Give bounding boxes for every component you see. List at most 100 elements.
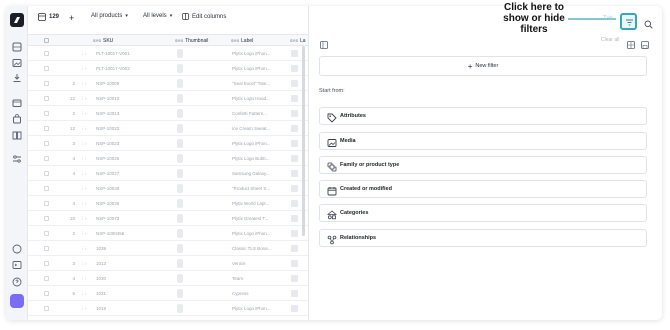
table-row[interactable]: ⋮ › PLT-10017-V001 Plytix Logo iPhon... — [28, 46, 308, 61]
collapse-panel-icon[interactable] — [320, 36, 328, 54]
row-expand-icon[interactable]: ⋮ — [80, 201, 85, 207]
row-expand-icon[interactable]: ⋮ — [80, 276, 85, 282]
row-checkbox[interactable] — [44, 156, 49, 161]
row-checkbox[interactable] — [44, 261, 49, 266]
row-expand-icon[interactable]: ⋮ — [80, 51, 85, 57]
row-expand-icon[interactable]: ⋮ — [80, 186, 85, 192]
image-icon[interactable] — [12, 58, 22, 68]
table-row[interactable]: 3 ⋮ › NSP-10023 Plytix Logo iPhon... — [28, 136, 308, 151]
table-row[interactable]: 4 ⋮ › NSP-10027 Samsung Galaxy... — [28, 166, 308, 181]
row-checkbox[interactable] — [44, 201, 49, 206]
select-all-checkbox[interactable] — [44, 38, 49, 43]
products-filter-dropdown[interactable]: All products ▾ — [91, 13, 128, 19]
download-icon[interactable] — [12, 73, 22, 83]
book-icon[interactable] — [12, 130, 22, 140]
table-scrollbar[interactable] — [302, 46, 305, 236]
row-chevron-icon[interactable]: › — [85, 216, 87, 221]
toggle-filters-button[interactable] — [620, 13, 637, 30]
row-chevron-icon[interactable]: › — [85, 51, 87, 56]
row-chevron-icon[interactable]: › — [85, 156, 87, 161]
column-thumbnail[interactable]: SYS Thumbnail — [175, 38, 208, 44]
row-expand-icon[interactable]: ⋮ — [80, 216, 85, 222]
row-checkbox[interactable] — [44, 171, 49, 176]
table-row[interactable]: 2 ⋮ › NSP-10009 "Seal Excel" Tote... — [28, 76, 308, 91]
table-row[interactable]: ⋮ › 1018 Plytix Logo iPhon... — [28, 301, 308, 316]
levels-filter-dropdown[interactable]: All levels ▾ — [143, 13, 172, 19]
row-checkbox[interactable] — [44, 246, 49, 251]
table-row[interactable]: 4 ⋮ › NSP-10025 Plytix Logo Bubb... — [28, 151, 308, 166]
row-expand-icon[interactable]: ⋮ — [80, 126, 85, 132]
row-checkbox[interactable] — [44, 51, 49, 56]
row-checkbox[interactable] — [44, 186, 49, 191]
row-expand-icon[interactable]: ⋮ — [80, 246, 85, 252]
row-chevron-icon[interactable]: › — [85, 306, 87, 311]
filter-option-created-or-modified[interactable]: Created or modified — [319, 180, 647, 198]
filter-option-family-or-product-type[interactable]: Family or product type — [319, 156, 647, 174]
row-checkbox[interactable] — [44, 276, 49, 281]
row-chevron-icon[interactable]: › — [85, 111, 87, 116]
app-logo[interactable] — [10, 13, 24, 27]
table-row[interactable]: 12 ⋮ › NSP-10010 Plytix Logo Hood... — [28, 91, 308, 106]
row-checkbox[interactable] — [44, 141, 49, 146]
clear-all-link[interactable]: Clear all — [601, 37, 619, 43]
row-chevron-icon[interactable]: › — [85, 171, 87, 176]
table-row[interactable]: 5 ⋮ › 1031 Cypress — [28, 286, 308, 301]
row-expand-icon[interactable]: ⋮ — [80, 156, 85, 162]
layout-icon[interactable] — [627, 36, 635, 54]
row-checkbox[interactable] — [44, 81, 49, 86]
terminal-icon[interactable] — [12, 260, 22, 270]
user-avatar[interactable] — [10, 294, 24, 308]
row-checkbox[interactable] — [44, 66, 49, 71]
column-extra[interactable]: SYS La — [290, 38, 306, 44]
table-row[interactable]: 10 ⋮ › NSP-10073 Plytix Greatest T... — [28, 211, 308, 226]
row-chevron-icon[interactable]: › — [85, 66, 87, 71]
chat-icon[interactable] — [12, 244, 22, 254]
row-expand-icon[interactable]: ⋮ — [80, 141, 85, 147]
table-row[interactable]: ⋮ › 1039 Classic TLS Bona... — [28, 241, 308, 256]
row-chevron-icon[interactable]: › — [85, 186, 87, 191]
row-checkbox[interactable] — [44, 216, 49, 221]
filter-option-categories[interactable]: Categories — [319, 204, 647, 222]
column-sku[interactable]: SYS SKU — [93, 38, 113, 44]
row-expand-icon[interactable]: ⋮ — [80, 231, 85, 237]
table-row[interactable]: 12 ⋮ › NSP-10022 Ice Cream Sweat... — [28, 121, 308, 136]
save-icon[interactable] — [641, 36, 649, 54]
row-chevron-icon[interactable]: › — [85, 231, 87, 236]
table-row[interactable]: 3 ⋮ › 1013 Venice — [28, 256, 308, 271]
row-chevron-icon[interactable]: › — [85, 291, 87, 296]
row-expand-icon[interactable]: ⋮ — [80, 306, 85, 312]
settings-sliders-icon[interactable] — [12, 154, 22, 164]
row-chevron-icon[interactable]: › — [85, 276, 87, 281]
add-product-button[interactable]: + — [69, 13, 74, 23]
row-chevron-icon[interactable]: › — [85, 141, 87, 146]
row-expand-icon[interactable]: ⋮ — [80, 171, 85, 177]
filter-option-relationships[interactable]: Relationships — [319, 229, 647, 247]
row-checkbox[interactable] — [44, 291, 49, 296]
table-row[interactable]: 4 ⋮ › 1030 Team — [28, 271, 308, 286]
row-chevron-icon[interactable]: › — [85, 81, 87, 86]
filter-option-attributes[interactable]: Attributes — [319, 107, 647, 125]
row-chevron-icon[interactable]: › — [85, 261, 87, 266]
help-icon[interactable] — [12, 277, 22, 287]
filter-option-media[interactable]: Media — [319, 132, 647, 150]
row-expand-icon[interactable]: ⋮ — [80, 261, 85, 267]
table-row[interactable]: 2 ⋮ › NSP-1000456 Plytix Logo iPhon... — [28, 226, 308, 241]
column-label[interactable]: SYS Label — [231, 38, 253, 44]
row-expand-icon[interactable]: ⋮ — [80, 66, 85, 72]
table-row[interactable]: ⋮ › NSP-10030 "Product Sheet S... — [28, 181, 308, 196]
row-checkbox[interactable] — [44, 306, 49, 311]
new-filter-button[interactable]: + New filter — [319, 56, 647, 76]
row-checkbox[interactable] — [44, 231, 49, 236]
row-checkbox[interactable] — [44, 111, 49, 116]
catalog-icon[interactable] — [12, 98, 22, 108]
row-chevron-icon[interactable]: › — [85, 126, 87, 131]
bag-icon[interactable] — [12, 114, 22, 124]
table-row[interactable]: ⋮ › PLT-10017-V002 Plytix Logo iPhon... — [28, 61, 308, 76]
table-row[interactable]: 4 ⋮ › NSP-10036 Plytix World Lapt... — [28, 196, 308, 211]
row-chevron-icon[interactable]: › — [85, 246, 87, 251]
row-checkbox[interactable] — [44, 126, 49, 131]
row-checkbox[interactable] — [44, 96, 49, 101]
row-expand-icon[interactable]: ⋮ — [80, 111, 85, 117]
search-button[interactable] — [644, 16, 653, 34]
table-row[interactable]: 2 ⋮ › NSP-10013 Confetti Pattern... — [28, 106, 308, 121]
